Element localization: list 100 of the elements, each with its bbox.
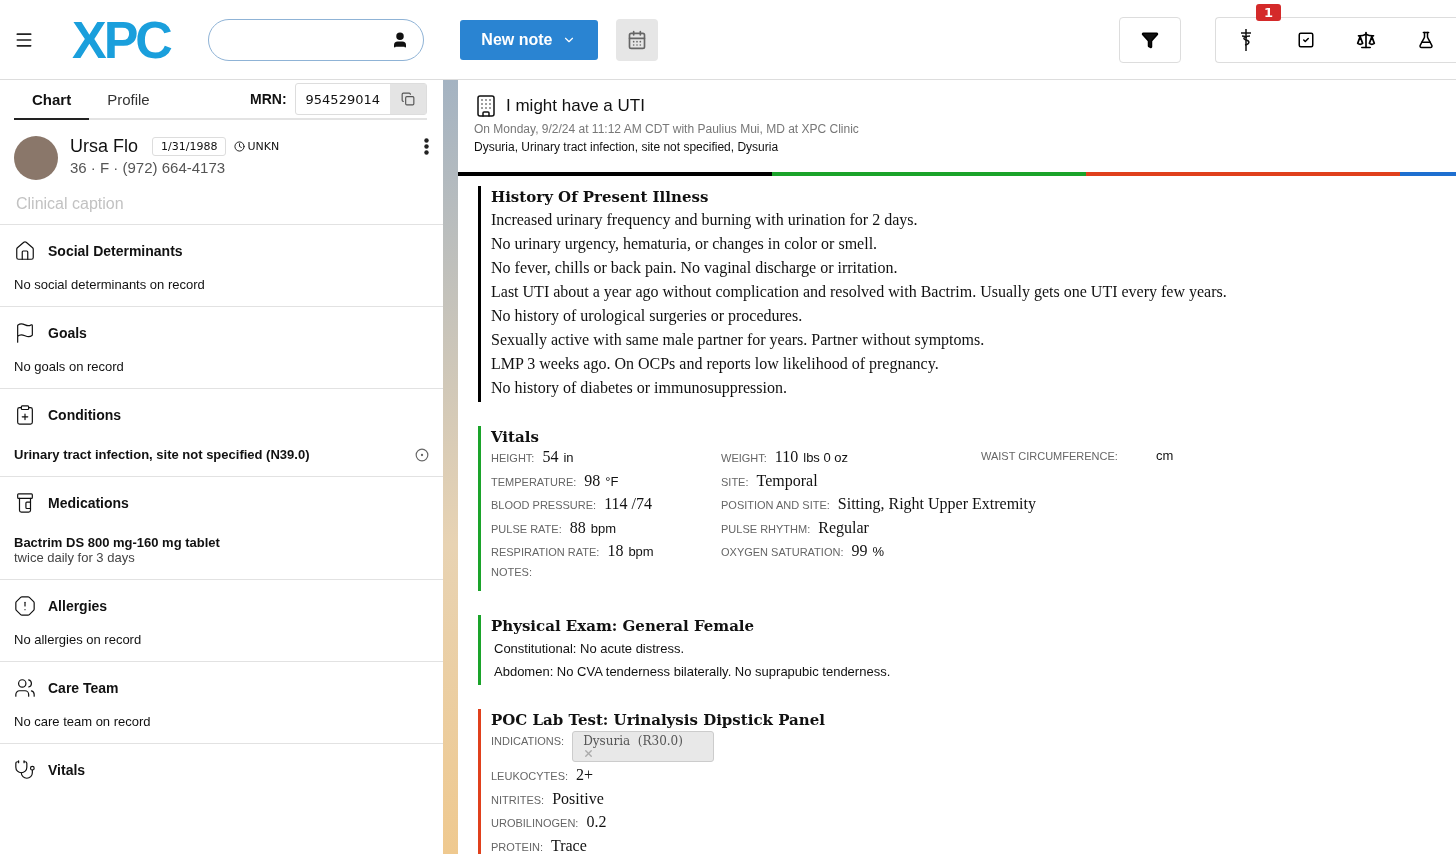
indication-text: Dysuria (R30.0) xyxy=(583,734,684,748)
copy-icon xyxy=(401,92,415,106)
empty-message: No goals on record xyxy=(14,359,124,374)
note-line: No urinary urgency, hematuria, or changes in color or smell. xyxy=(491,234,879,255)
people-icon xyxy=(14,677,36,699)
result-value: Trace xyxy=(550,836,587,854)
vital-label: PULSE RATE: xyxy=(491,522,562,535)
vital-label: TEMPERATURE: xyxy=(491,475,577,488)
result-label: PROTEIN: xyxy=(491,840,543,853)
vital-value: 99 xyxy=(851,542,868,560)
exam-finding: Abdomen: No CVA tenderness bilaterally. No suprapubic tenderness. xyxy=(493,663,892,681)
clock-icon xyxy=(234,141,246,152)
result-label: NITRITES: xyxy=(491,793,545,806)
section-title: Vitals xyxy=(48,762,86,778)
notification-badge: 1 xyxy=(1256,3,1282,21)
record-item: Urinary tract infection, site not specified (N39.0) xyxy=(14,447,310,462)
filter-button[interactable] xyxy=(1119,16,1181,63)
empty-message: No care team on record xyxy=(14,714,151,729)
result-value: Positive xyxy=(552,789,604,808)
avatar xyxy=(14,136,58,180)
result-label: UROBILINOGEN: xyxy=(491,817,579,829)
logo: XPC xyxy=(72,9,170,70)
vital-label: OXYGEN SATURATION: xyxy=(721,546,844,558)
empty-message: No social determinants on record xyxy=(14,277,205,292)
note-line: Increased urinary frequency and burning with urination for 2 days. xyxy=(491,210,919,231)
vital-value: Regular xyxy=(818,518,869,537)
result-value: 0.2 xyxy=(586,813,607,831)
vital-label: POSITION AND SITE: xyxy=(721,499,830,511)
vital-label: BLOOD PRESSURE: xyxy=(491,499,597,511)
note-diagnoses: Dysuria, Urinary tract infection, site not specified, Dysuria xyxy=(474,140,780,154)
note-line: No fever, chills or back pain. No vaginal discharge or irritation. xyxy=(491,258,899,279)
vital-value: 54 xyxy=(542,448,559,466)
section-title: Care Team xyxy=(48,680,119,696)
more-options-button[interactable] xyxy=(424,138,429,155)
section-title: Conditions xyxy=(48,407,122,423)
record-item: Bactrim DS 800 mg-160 mg tablet xyxy=(14,535,220,550)
calendar-icon xyxy=(626,29,647,50)
note-title: I might have a UTI xyxy=(506,96,645,116)
section-heading: POC Lab Test: Urinalysis Dipstick Panel xyxy=(491,711,826,729)
vital-value: Temporal xyxy=(756,471,818,490)
indications-label: INDICATIONS: xyxy=(491,735,565,747)
copy-button[interactable] xyxy=(390,84,426,114)
clipboard-plus-icon xyxy=(14,404,36,426)
section-title: Social Determinants xyxy=(48,243,183,259)
vital-label: RESPIRATION RATE: xyxy=(491,546,600,558)
vital-label: NOTES: xyxy=(491,565,532,578)
note-line: LMP 3 weeks ago. On OCPs and reports low likelihood of pregnancy. xyxy=(491,354,940,375)
section-title: Medications xyxy=(48,495,129,511)
empty-message: No allergies on record xyxy=(14,632,142,647)
vital-label: HEIGHT: xyxy=(491,452,535,464)
section-heading: Vitals xyxy=(491,428,540,446)
vital-label: WEIGHT: xyxy=(721,452,767,464)
dosage-text: twice daily for 3 days xyxy=(14,550,136,565)
vital-unit: bpm xyxy=(628,544,654,559)
patient-name: Ursa Flo xyxy=(70,136,138,157)
chart-tab[interactable]: Profile xyxy=(89,80,168,120)
vital-value: Sitting, Right Upper Extremity xyxy=(837,495,1036,513)
vital-unit: °F xyxy=(605,473,619,489)
vital-unit: lbs 0 oz xyxy=(803,450,849,465)
target-icon xyxy=(415,447,429,462)
note-line: Last UTI about a year ago without complication and resolved with Bactrim. Usually gets one UTI every few years. xyxy=(491,282,1228,303)
scale-icon xyxy=(1356,29,1376,50)
chart-tab[interactable]: Chart xyxy=(14,80,90,120)
vital-value: 114 /74 xyxy=(604,495,652,513)
exam-finding: Constitutional: No acute distress. xyxy=(493,640,686,658)
flag-icon xyxy=(14,322,36,344)
building-icon xyxy=(474,94,498,118)
vital-unit: % xyxy=(872,544,884,559)
section-heading: Physical Exam: General Female xyxy=(491,617,756,635)
patient-details: 36 · F · (972) 664-4173 xyxy=(70,159,227,176)
vital-unit: bpm xyxy=(590,520,616,536)
section-heading: History Of Present Illness xyxy=(491,188,710,206)
mrn-field[interactable]: 954529014 xyxy=(294,83,427,115)
close-icon xyxy=(583,748,595,759)
new-note-button[interactable]: New note xyxy=(459,19,598,60)
note-meta: On Monday, 9/2/24 at 11:12 AM CDT with Paulius Mui, MD at XPC Clinic xyxy=(474,122,860,136)
vital-label: PULSE RHYTHM: xyxy=(721,522,811,535)
vital-label: WAIST CIRCUMFERENCE: xyxy=(981,450,1118,462)
caduceus-icon xyxy=(1239,27,1253,52)
note-line: No history of diabetes or immunosuppression. xyxy=(491,378,788,399)
filter-icon xyxy=(1141,30,1159,49)
vital-unit: cm xyxy=(1155,448,1174,463)
birth-date: 1/31/1988 xyxy=(152,137,227,156)
result-label: LEUKOCYTES: xyxy=(491,770,569,782)
pill-bottle-icon xyxy=(14,492,36,514)
result-value: 2+ xyxy=(576,766,594,784)
vital-value: 18 xyxy=(607,542,624,560)
timezone: UNKN xyxy=(234,140,280,153)
mrn-label: MRN: xyxy=(250,91,287,107)
section-title: Goals xyxy=(48,325,87,341)
vital-value: 88 xyxy=(569,518,586,537)
vital-label: SITE: xyxy=(721,475,749,488)
vital-value: 98 xyxy=(584,471,601,490)
vital-value: 110 xyxy=(774,448,799,466)
note-line: No history of urological surgeries or procedures. xyxy=(491,306,804,327)
more-icon xyxy=(424,138,429,155)
checkbox-icon xyxy=(1297,30,1315,49)
calendar-button[interactable] xyxy=(615,18,658,61)
vital-unit: in xyxy=(563,450,574,465)
stethoscope-icon xyxy=(14,759,36,781)
